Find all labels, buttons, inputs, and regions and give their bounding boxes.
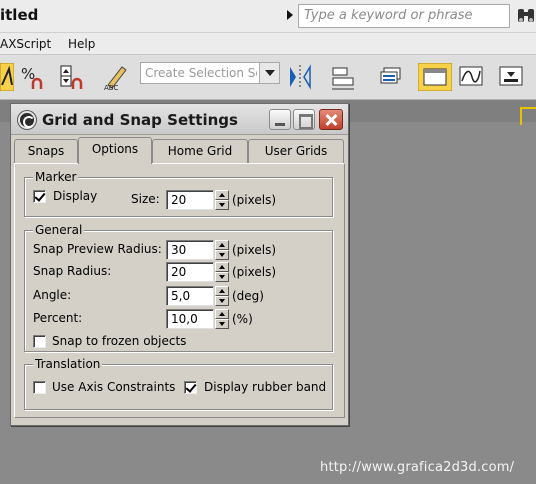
snap-toggle-icon[interactable] <box>0 63 14 91</box>
percent-unit: (%) <box>232 312 253 326</box>
spinner-up-icon[interactable] <box>215 262 229 272</box>
tab-home-grid[interactable]: Home Grid <box>152 139 248 163</box>
marker-group-label: Marker <box>33 170 79 184</box>
schematic-view-icon[interactable] <box>498 63 524 91</box>
spinner-up-icon[interactable] <box>215 286 229 296</box>
mirror-icon[interactable] <box>287 63 313 91</box>
menu-maxscript[interactable]: AXScript <box>0 37 51 51</box>
close-button[interactable] <box>319 109 343 130</box>
snap-preview-radius-unit: (pixels) <box>232 243 277 257</box>
tab-options[interactable]: Options <box>78 137 152 164</box>
snap-frozen-checkbox[interactable] <box>33 335 46 348</box>
active-viewport-border <box>520 107 536 125</box>
grid-snap-settings-dialog: Grid and Snap Settings Snaps Options Hom… <box>10 103 349 426</box>
snap-preview-radius-field[interactable]: 30 <box>166 240 214 260</box>
snap-preview-radius-label: Snap Preview Radius: <box>33 242 162 256</box>
watermark-url: http://www.grafica2d3d.com/ <box>320 460 515 475</box>
curve-editor-icon[interactable] <box>458 63 484 91</box>
spinner-down-icon[interactable] <box>215 319 229 329</box>
display-checkbox[interactable] <box>33 190 46 203</box>
translation-group-label: Translation <box>33 357 103 371</box>
snap-radius-label: Snap Radius: <box>33 264 112 278</box>
general-group: General Snap Preview Radius: 30 (pixels)… <box>24 223 333 352</box>
tab-user-grids[interactable]: User Grids <box>248 139 344 163</box>
search-input[interactable]: Type a keyword or phrase <box>298 4 510 28</box>
spinner-snap-icon[interactable] <box>58 63 84 91</box>
display-label: Display <box>53 189 98 203</box>
translation-group: Translation Use Axis Constraints Display… <box>24 357 333 410</box>
named-selection-set-placeholder: Create Selection Se <box>145 66 257 80</box>
display-rubber-band-label: Display rubber band <box>204 380 327 394</box>
marker-group: Marker Display Size: 20 (pixels) <box>24 170 333 217</box>
spinner-down-icon[interactable] <box>215 272 229 282</box>
angle-unit: (deg) <box>232 289 264 303</box>
general-group-label: General <box>33 223 85 237</box>
layer-manager-icon[interactable] <box>378 63 404 91</box>
use-axis-constraints-label: Use Axis Constraints <box>52 380 176 394</box>
named-selection-set-dropdown[interactable]: Create Selection Se <box>140 62 280 84</box>
display-rubber-band-checkbox[interactable] <box>184 381 197 394</box>
options-tab-panel: Marker Display Size: 20 (pixels) General… <box>14 163 345 418</box>
dialog-title: Grid and Snap Settings <box>42 111 238 129</box>
edit-named-selection-icon[interactable]: ABC <box>102 63 128 91</box>
percent-field[interactable]: 10,0 <box>166 309 214 329</box>
dialog-title-bar[interactable]: Grid and Snap Settings <box>11 104 348 135</box>
spinner-down-icon[interactable] <box>215 296 229 306</box>
angle-field[interactable]: 5,0 <box>166 286 214 306</box>
app-title: itled <box>0 6 39 24</box>
maximize-button[interactable] <box>293 109 315 130</box>
menu-help[interactable]: Help <box>68 37 95 51</box>
spinner-up-icon[interactable] <box>215 309 229 319</box>
chevron-down-icon[interactable] <box>259 63 279 83</box>
snap-radius-field[interactable]: 20 <box>166 262 214 282</box>
percent-snap-icon[interactable]: % <box>20 63 46 91</box>
info-center-arrow-icon[interactable] <box>287 10 293 20</box>
snap-radius-unit: (pixels) <box>232 265 277 279</box>
spinner-up-icon[interactable] <box>215 190 229 200</box>
percent-label: Percent: <box>33 311 83 325</box>
size-label: Size: <box>131 192 160 206</box>
spinner-up-icon[interactable] <box>215 240 229 250</box>
menu-bar: AXScript Help <box>0 33 536 55</box>
tab-snaps[interactable]: Snaps <box>14 139 78 163</box>
angle-label: Angle: <box>33 288 72 302</box>
scene-explorer-icon[interactable] <box>418 63 452 91</box>
use-axis-constraints-checkbox[interactable] <box>33 381 46 394</box>
minimize-button[interactable] <box>269 109 291 130</box>
spinner-down-icon[interactable] <box>215 250 229 260</box>
app-title-bar: itled Type a keyword or phrase <box>0 0 536 33</box>
svg-text:ABC: ABC <box>104 84 118 91</box>
size-unit: (pixels) <box>232 193 277 207</box>
app-logo-icon <box>18 111 36 129</box>
align-icon[interactable] <box>330 63 356 91</box>
snap-frozen-label: Snap to frozen objects <box>52 334 187 348</box>
binoculars-icon[interactable] <box>516 6 536 26</box>
size-field[interactable]: 20 <box>166 190 214 210</box>
spinner-down-icon[interactable] <box>215 200 229 210</box>
